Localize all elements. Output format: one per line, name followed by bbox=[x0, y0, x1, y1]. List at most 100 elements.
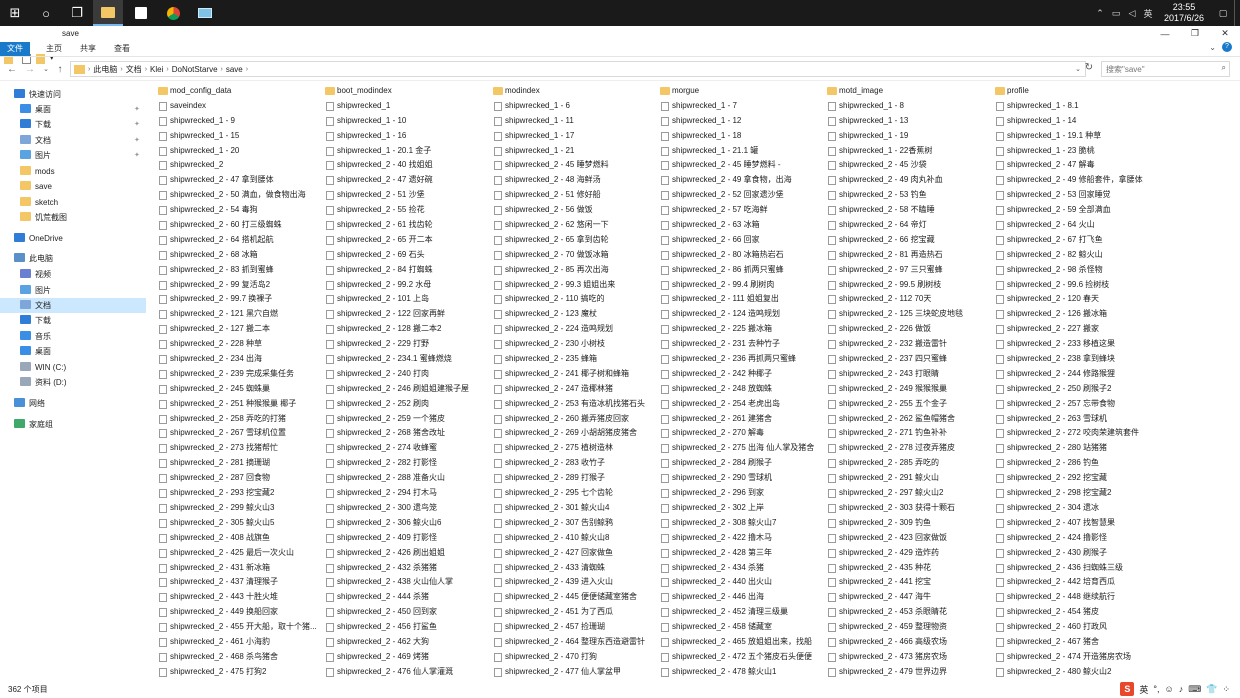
chrome-icon[interactable] bbox=[158, 0, 188, 26]
file-item[interactable]: shipwrecked_2 - 86 抓两只蜜蜂 bbox=[657, 263, 824, 278]
file-item[interactable]: shipwrecked_2 - 462 大狗 bbox=[322, 635, 489, 650]
show-desktop-button[interactable] bbox=[1234, 0, 1240, 26]
file-item[interactable]: shipwrecked_2 - 290 雪球机 bbox=[657, 471, 824, 486]
file-item[interactable]: shipwrecked_1 - 12 bbox=[657, 114, 824, 129]
file-item[interactable]: shipwrecked_2 - 230 小树枝 bbox=[490, 337, 657, 352]
file-item[interactable]: shipwrecked_2 - 68 冰箱 bbox=[155, 248, 322, 263]
file-item[interactable]: shipwrecked_2 - 292 挖宝藏 bbox=[992, 471, 1159, 486]
file-item[interactable]: shipwrecked_2 - 466 高级农场 bbox=[824, 635, 991, 650]
file-item[interactable]: shipwrecked_2 - 459 整理物资 bbox=[824, 620, 991, 635]
sidebar-item[interactable]: 快速访问 bbox=[0, 87, 146, 102]
file-item[interactable]: shipwrecked_2 - 458 储藏室 bbox=[657, 620, 824, 635]
sidebar-item[interactable]: 音乐 bbox=[0, 329, 146, 344]
forward-icon[interactable]: → bbox=[23, 62, 37, 76]
breadcrumb-this-pc[interactable]: 此电脑 bbox=[93, 64, 117, 75]
file-item[interactable]: shipwrecked_2 - 80 冰箱热岩石 bbox=[657, 248, 824, 263]
file-item[interactable]: shipwrecked_2 - 449 换船回家 bbox=[155, 605, 322, 620]
file-item[interactable]: shipwrecked_2 - 303 获得十颗石 bbox=[824, 501, 991, 516]
file-item[interactable]: shipwrecked_2 - 436 扫蜘蛛三级 bbox=[992, 561, 1159, 576]
sidebar-item[interactable]: WIN (C:) bbox=[0, 360, 146, 375]
file-item[interactable]: shipwrecked_2 - 83 抓到蜜蜂 bbox=[155, 263, 322, 278]
file-item[interactable]: shipwrecked_2 - 301 鲸火山4 bbox=[490, 501, 657, 516]
file-item[interactable]: shipwrecked_2 - 98 杀怪物 bbox=[992, 263, 1159, 278]
file-item[interactable]: shipwrecked_2 - 244 修路猴狸 bbox=[992, 367, 1159, 382]
pin-icon[interactable]: ✦ bbox=[134, 117, 140, 132]
file-item[interactable]: shipwrecked_1 - 16 bbox=[322, 129, 489, 144]
recent-locations-icon[interactable]: ⌄ bbox=[39, 62, 53, 76]
file-item[interactable]: shipwrecked_1 - 20 bbox=[155, 144, 322, 159]
file-item[interactable]: shipwrecked_2 - 285 弄吃的 bbox=[824, 456, 991, 471]
file-item[interactable]: shipwrecked_2 - 241 椰子树和蜂箱 bbox=[490, 367, 657, 382]
file-item[interactable]: shipwrecked_2 - 125 三块蛇皮地毯 bbox=[824, 307, 991, 322]
file-item[interactable]: shipwrecked_2 - 254 老虎出岛 bbox=[657, 397, 824, 412]
file-item[interactable]: shipwrecked_2 - 121 黑穴自燃 bbox=[155, 307, 322, 322]
file-item[interactable]: shipwrecked_2 - 59 全部满血 bbox=[992, 203, 1159, 218]
ime-label[interactable]: 英 bbox=[1140, 7, 1156, 20]
file-item[interactable]: shipwrecked_1 - 20.1 金子 bbox=[322, 144, 489, 159]
file-item[interactable]: shipwrecked_2 - 428 第三年 bbox=[657, 546, 824, 561]
file-item[interactable]: shipwrecked_2 - 81 再造热石 bbox=[824, 248, 991, 263]
file-item[interactable]: shipwrecked_2 - 424 撸影怪 bbox=[992, 531, 1159, 546]
sidebar-item[interactable]: mods bbox=[0, 164, 146, 179]
store-icon[interactable] bbox=[126, 0, 156, 26]
file-item[interactable]: shipwrecked_2 - 249 猴猴猴巢 bbox=[824, 382, 991, 397]
file-item[interactable]: shipwrecked_2 - 99.7 换裸子 bbox=[155, 292, 322, 307]
file-item[interactable]: shipwrecked_1 - 23 脆桃 bbox=[992, 144, 1159, 159]
file-item[interactable]: shipwrecked_2 - 64 火山 bbox=[992, 218, 1159, 233]
file-item[interactable]: shipwrecked_2 - 423 回家做饭 bbox=[824, 531, 991, 546]
file-item[interactable]: shipwrecked_2 - 426 刷出姐姐 bbox=[322, 546, 489, 561]
sidebar-item[interactable]: 桌面 bbox=[0, 344, 146, 359]
file-item[interactable]: shipwrecked_2 - 425 最后一次火山 bbox=[155, 546, 322, 561]
file-item[interactable]: shipwrecked_2 - 243 打眼睛 bbox=[824, 367, 991, 382]
file-item[interactable]: shipwrecked_2 - 465 放姐姐出来，找船 bbox=[657, 635, 824, 650]
file-item[interactable]: shipwrecked_2 - 304 遗冰 bbox=[992, 501, 1159, 516]
sidebar-item[interactable]: OneDrive bbox=[0, 231, 146, 246]
sidebar-item[interactable]: 图片 ✦ bbox=[0, 148, 146, 163]
up-icon[interactable]: ↑ bbox=[53, 62, 67, 76]
file-item[interactable]: shipwrecked_2 - 454 猪皮 bbox=[992, 605, 1159, 620]
address-field[interactable]: › 此电脑 › 文档 › Klei › DoNotStarve › save › ⌄ bbox=[70, 61, 1086, 77]
file-item[interactable]: shipwrecked_2 - 99.3 姐姐出来 bbox=[490, 278, 657, 293]
file-item[interactable]: shipwrecked_2 - 61 找齿轮 bbox=[322, 218, 489, 233]
file-item[interactable]: shipwrecked_2 - 472 五个猪皮石头便便 bbox=[657, 650, 824, 665]
file-item[interactable]: shipwrecked_2 - 477 仙人掌盆甲 bbox=[490, 665, 657, 680]
file-item[interactable]: shipwrecked_2 - 251 种猴猴巢 椰子 bbox=[155, 397, 322, 412]
file-item[interactable]: shipwrecked_2 - 231 去种竹子 bbox=[657, 337, 824, 352]
file-item[interactable]: shipwrecked_2 - 224 造鸣规划 bbox=[490, 322, 657, 337]
back-icon[interactable]: ← bbox=[5, 62, 19, 76]
breadcrumb-klei[interactable]: Klei bbox=[150, 65, 163, 74]
folder-item[interactable]: mod_config_data bbox=[155, 84, 322, 99]
microphone-icon[interactable]: ♪ bbox=[1179, 684, 1184, 694]
file-item[interactable]: shipwrecked_2 - 97 三只蜜蜂 bbox=[824, 263, 991, 278]
file-item[interactable]: shipwrecked_2 - 437 清理猴子 bbox=[155, 575, 322, 590]
file-item[interactable]: shipwrecked_2 - 262 鲨鱼帽猪舍 bbox=[824, 412, 991, 427]
file-item[interactable]: shipwrecked_2 - 120 春天 bbox=[992, 292, 1159, 307]
network-icon[interactable]: ▭ bbox=[1108, 8, 1124, 19]
file-item[interactable]: shipwrecked_2 - 225 搬冰箱 bbox=[657, 322, 824, 337]
file-item[interactable]: shipwrecked_2 - 271 钓鱼补补 bbox=[824, 426, 991, 441]
file-item[interactable]: shipwrecked_2 - 237 四只蜜蜂 bbox=[824, 352, 991, 367]
file-item[interactable]: shipwrecked_2 - 62 悠闲一下 bbox=[490, 218, 657, 233]
file-item[interactable]: shipwrecked_2 - 238 拿到蜂块 bbox=[992, 352, 1159, 367]
sidebar-item[interactable]: sketch bbox=[0, 195, 146, 210]
chevron-right-icon[interactable]: › bbox=[120, 66, 122, 73]
file-item[interactable]: shipwrecked_2 - 49 肉丸补血 bbox=[824, 173, 991, 188]
file-item[interactable]: shipwrecked_2 - 274 收蜂蜜 bbox=[322, 441, 489, 456]
file-item[interactable]: shipwrecked_2 - 49 拿食物，出海 bbox=[657, 173, 824, 188]
tab-share[interactable]: 共享 bbox=[74, 42, 102, 56]
file-item[interactable]: shipwrecked_2 - 438 火山仙人掌 bbox=[322, 575, 489, 590]
file-item[interactable]: shipwrecked_2 - 306 鲸火山6 bbox=[322, 516, 489, 531]
file-item[interactable]: shipwrecked_2 - 453 杀眼睛花 bbox=[824, 605, 991, 620]
file-item[interactable]: shipwrecked_2 - 275 出海 仙人掌及猪舍 bbox=[657, 441, 824, 456]
file-item[interactable]: shipwrecked_2 - 309 钓鱼 bbox=[824, 516, 991, 531]
folder-item[interactable]: boot_modindex bbox=[322, 84, 489, 99]
file-item[interactable]: shipwrecked_2 - 447 海牛 bbox=[824, 590, 991, 605]
sogou-icon[interactable]: S bbox=[1120, 682, 1135, 696]
file-item[interactable]: shipwrecked_2 - 283 收竹子 bbox=[490, 456, 657, 471]
file-item[interactable]: shipwrecked_2 - 70 做饭冰箱 bbox=[490, 248, 657, 263]
file-item[interactable]: shipwrecked_2 - 298 挖宝藏2 bbox=[992, 486, 1159, 501]
file-item[interactable]: shipwrecked_2 - 69 石头 bbox=[322, 248, 489, 263]
file-item[interactable]: shipwrecked_2 - 281 摘珊瑚 bbox=[155, 456, 322, 471]
file-item[interactable]: shipwrecked_1 - 8 bbox=[824, 99, 991, 114]
sidebar-item[interactable]: 视频 bbox=[0, 267, 146, 282]
